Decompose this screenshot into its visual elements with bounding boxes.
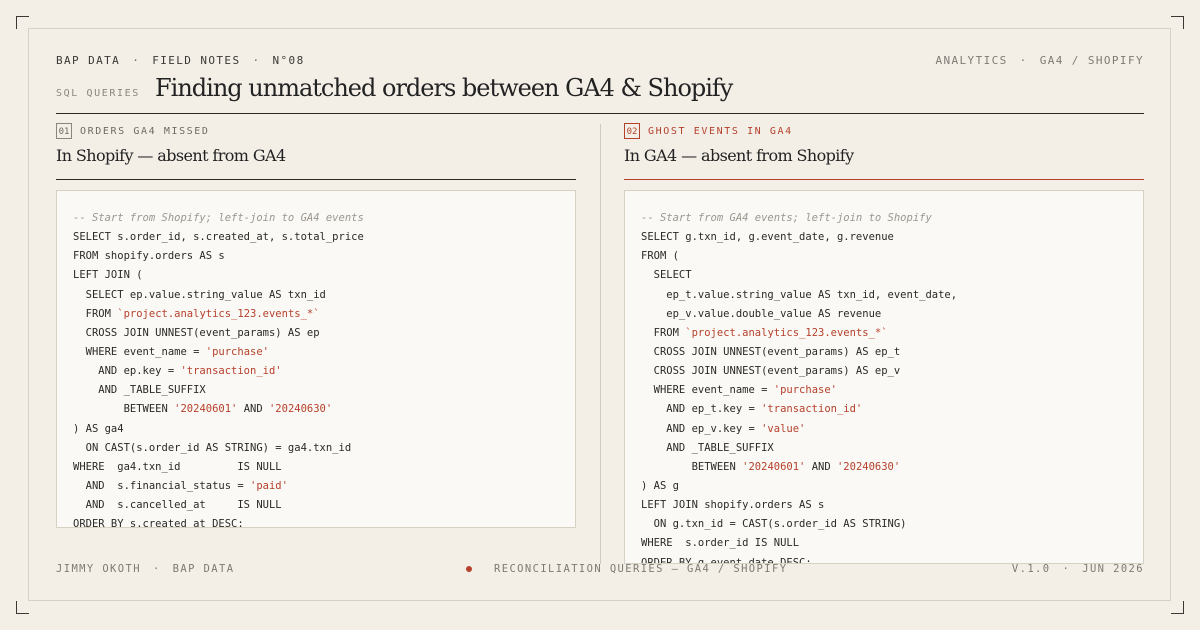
code-block-ghost-events: -- Start from GA4 events; left-join to S… xyxy=(624,190,1144,564)
kicker-separator: · xyxy=(252,54,261,67)
code-line: WHERE event_name = 'purchase' xyxy=(641,384,837,397)
footer-brand: BAP DATA xyxy=(172,563,235,575)
panel-header-orders-missed: 01 ORDERS GA4 MISSED xyxy=(56,123,210,139)
page-title: Finding unmatched orders between GA4 & S… xyxy=(155,74,733,102)
footer-author: JIMMY OKOTH · BAP DATA xyxy=(56,563,234,575)
corner-mark-top-right xyxy=(1171,16,1184,29)
category-tag: ANALYTICS xyxy=(935,54,1008,67)
category-tags: ANALYTICS · GA4 / SHOPIFY xyxy=(935,54,1144,67)
code-line: FROM `project.analytics_123.events_*` xyxy=(73,307,320,320)
code-line: LEFT JOIN ( xyxy=(73,269,143,282)
footer-version-number: V.1.0 xyxy=(1011,563,1051,575)
code-line: ON CAST(s.order_id AS STRING) = ga4.txn_… xyxy=(73,441,352,454)
code-line: SELECT ep.value.string_value AS txn_id xyxy=(73,288,326,301)
panel-number-badge: 02 xyxy=(624,123,640,139)
panel-number-badge: 01 xyxy=(56,123,72,139)
panel-divider xyxy=(56,179,576,180)
footer-caption: RECONCILIATION QUERIES — GA4 / SHOPIFY xyxy=(466,563,787,575)
code-line: FROM shopify.orders AS s xyxy=(73,250,225,263)
corner-mark-top-left xyxy=(16,16,29,29)
code-line: AND ep.key = 'transaction_id' xyxy=(73,365,282,378)
code-block-orders-missed: -- Start from Shopify; left-join to GA4 … xyxy=(56,190,576,528)
column-divider xyxy=(600,124,601,564)
kicker-brand: BAP DATA xyxy=(56,54,121,67)
footer-version: V.1.0 · JUN 2026 xyxy=(1012,563,1144,575)
code-line: ) AS ga4 xyxy=(73,422,124,435)
code-line: AND s.cancelled_at IS NULL xyxy=(73,499,282,512)
panel-label: ORDERS GA4 MISSED xyxy=(80,125,210,137)
code-line: CROSS JOIN UNNEST(event_params) AS ep_v xyxy=(641,365,901,378)
footer-separator: · xyxy=(152,563,161,575)
category-separator: · xyxy=(1019,54,1028,67)
category-tag: GA4 / SHOPIFY xyxy=(1039,54,1144,67)
code-line: SELECT xyxy=(641,269,692,282)
code-line: BETWEEN '20240601' AND '20240630' xyxy=(641,460,901,473)
code-line: FROM ( xyxy=(641,250,679,263)
code-line: CROSS JOIN UNNEST(event_params) AS ep_t xyxy=(641,345,901,358)
panel-header-ghost-events: 02 GHOST EVENTS IN GA4 xyxy=(624,123,793,139)
footer-caption-text: RECONCILIATION QUERIES — GA4 / SHOPIFY xyxy=(494,563,788,575)
code-line: SELECT g.txn_id, g.event_date, g.revenue xyxy=(641,231,894,244)
panel-label: GHOST EVENTS IN GA4 xyxy=(648,125,793,137)
code-line: ) AS g xyxy=(641,479,679,492)
code-line: AND s.financial_status = 'paid' xyxy=(73,479,288,492)
panel-subtitle: In GA4 — absent from Shopify xyxy=(624,146,854,165)
code-line: AND _TABLE_SUFFIX xyxy=(73,384,206,397)
code-line: SELECT s.order_id, s.created_at, s.total… xyxy=(73,231,364,244)
section-label: SQL QUERIES xyxy=(56,88,140,99)
footer-author-name: JIMMY OKOTH xyxy=(56,563,141,575)
code-line: WHERE event_name = 'purchase' xyxy=(73,345,269,358)
kicker: BAP DATA · FIELD NOTES · N°08 xyxy=(56,54,305,67)
panel-subtitle: In Shopify — absent from GA4 xyxy=(56,146,286,165)
code-line: -- Start from GA4 events; left-join to S… xyxy=(641,212,932,224)
code-line: ep_t.value.string_value AS txn_id, event… xyxy=(641,288,958,301)
code-line: ORDER BY s.created_at DESC; xyxy=(73,518,244,528)
code-line: LEFT JOIN shopify.orders AS s xyxy=(641,499,825,512)
code-line: -- Start from Shopify; left-join to GA4 … xyxy=(73,212,364,224)
footer-separator: · xyxy=(1062,563,1071,575)
code-line: AND ep_t.key = 'transaction_id' xyxy=(641,403,863,416)
accent-dot-icon xyxy=(466,566,472,572)
kicker-separator: · xyxy=(132,54,141,67)
kicker-issue: N°08 xyxy=(272,54,305,67)
footer-date: JUN 2026 xyxy=(1082,563,1144,575)
code-line: AND ep_v.key = 'value' xyxy=(641,422,806,435)
code-line: AND _TABLE_SUFFIX xyxy=(641,441,774,454)
kicker-series: FIELD NOTES xyxy=(152,54,241,67)
corner-mark-bottom-right xyxy=(1171,601,1184,614)
code-line: CROSS JOIN UNNEST(event_params) AS ep xyxy=(73,326,320,339)
corner-mark-bottom-left xyxy=(16,601,29,614)
code-line: WHERE s.order_id IS NULL xyxy=(641,537,800,550)
code-line: BETWEEN '20240601' AND '20240630' xyxy=(73,403,333,416)
code-line: ON g.txn_id = CAST(s.order_id AS STRING) xyxy=(641,518,907,531)
header-divider xyxy=(56,113,1144,114)
code-line: ep_v.value.double_value AS revenue xyxy=(641,307,882,320)
panel-divider xyxy=(624,179,1144,180)
code-line: FROM `project.analytics_123.events_*` xyxy=(641,326,888,339)
code-line: WHERE ga4.txn_id IS NULL xyxy=(73,460,282,473)
